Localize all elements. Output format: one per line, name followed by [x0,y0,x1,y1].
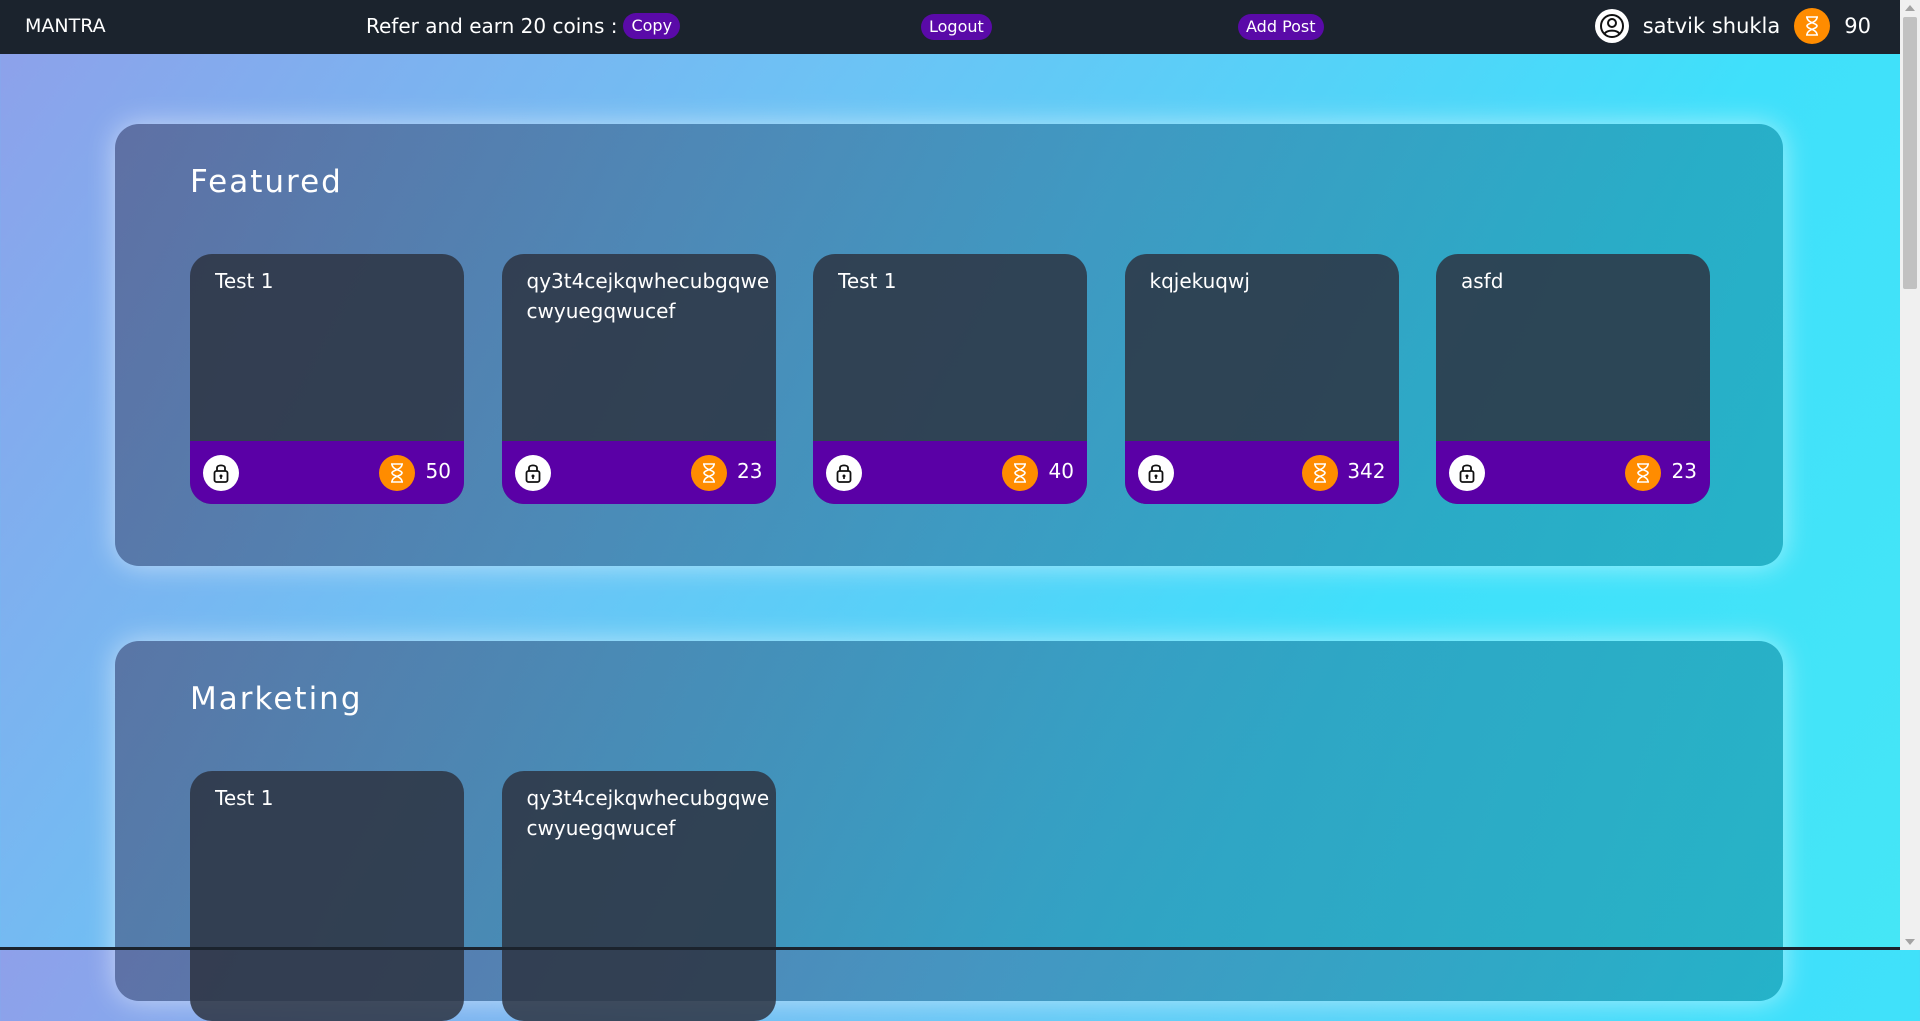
scroll-up-icon[interactable] [1905,5,1915,11]
hourglass-icon [690,455,727,491]
post-card-title: Test 1 [215,269,274,293]
add-post-button[interactable]: Add Post [1238,14,1324,40]
post-card[interactable]: Test 1 [190,771,464,1021]
lock-icon[interactable] [1449,455,1485,491]
post-card-footer: 342 [1124,441,1399,504]
hourglass-icon [1625,455,1661,491]
lock-icon[interactable] [203,455,239,491]
post-card-title: asfd [1461,269,1504,293]
post-price: 342 [1347,459,1386,483]
post-price: 23 [737,459,763,483]
post-price: 50 [425,459,451,483]
logout-button[interactable]: Logout [921,14,992,40]
scrollbar-thumb[interactable] [1903,17,1917,289]
hourglass-icon [1794,8,1831,44]
hourglass-icon [1301,455,1338,491]
lock-icon[interactable] [514,455,551,491]
post-card[interactable]: qy3t4cejkqwhecubgqwecwyuegqwucef 23 [501,254,776,504]
scroll-down-icon[interactable] [1905,939,1915,945]
brand-logo[interactable]: MANTRA [25,15,106,37]
user-info: satvik shukla 90 [1594,8,1871,44]
post-card[interactable]: Test 1 40 [813,254,1087,504]
post-card-footer: 23 [1436,441,1710,504]
hourglass-icon [379,455,415,491]
post-price: 40 [1048,459,1074,483]
refer-section: Refer and earn 20 coins : Copy [366,13,681,39]
post-card[interactable]: asfd 23 [1436,254,1710,504]
post-card[interactable]: qy3t4cejkqwhecubgqwecwyuegqwucef [501,771,776,1021]
featured-section: Featured Test 1 50 qy3t4cejkqwhecubgqwecwy… [115,124,1783,566]
page-scrollbar[interactable] [1900,0,1920,950]
user-circle-icon[interactable] [1594,9,1629,43]
section-title: Marketing [190,681,363,717]
post-card[interactable]: Test 1 50 [190,254,464,504]
top-navbar: MANTRA Refer and earn 20 coins : Copy Lo… [0,0,1900,54]
coin-balance: 90 [1844,14,1871,38]
post-card-footer: 50 [190,441,464,504]
post-card[interactable]: kqjekuqwj 342 [1124,254,1399,504]
user-name[interactable]: satvik shukla [1643,14,1781,38]
post-card-title: Test 1 [215,786,274,810]
post-card-title: qy3t4cejkqwhecubgqwecwyuegqwucef [526,786,770,840]
refer-text: Refer and earn 20 coins : [366,14,618,38]
post-card-footer: 40 [813,441,1087,504]
copy-referral-button[interactable]: Copy [623,13,681,39]
post-card-footer: 23 [501,441,776,504]
post-card-title: qy3t4cejkqwhecubgqwecwyuegqwucef [526,269,770,323]
post-card-title: Test 1 [838,269,897,293]
section-title: Featured [190,164,343,200]
hourglass-icon [1002,455,1038,491]
lock-icon[interactable] [1137,455,1174,491]
lock-icon[interactable] [826,455,862,491]
post-card-title: kqjekuqwj [1149,269,1250,293]
post-price: 23 [1671,459,1697,483]
